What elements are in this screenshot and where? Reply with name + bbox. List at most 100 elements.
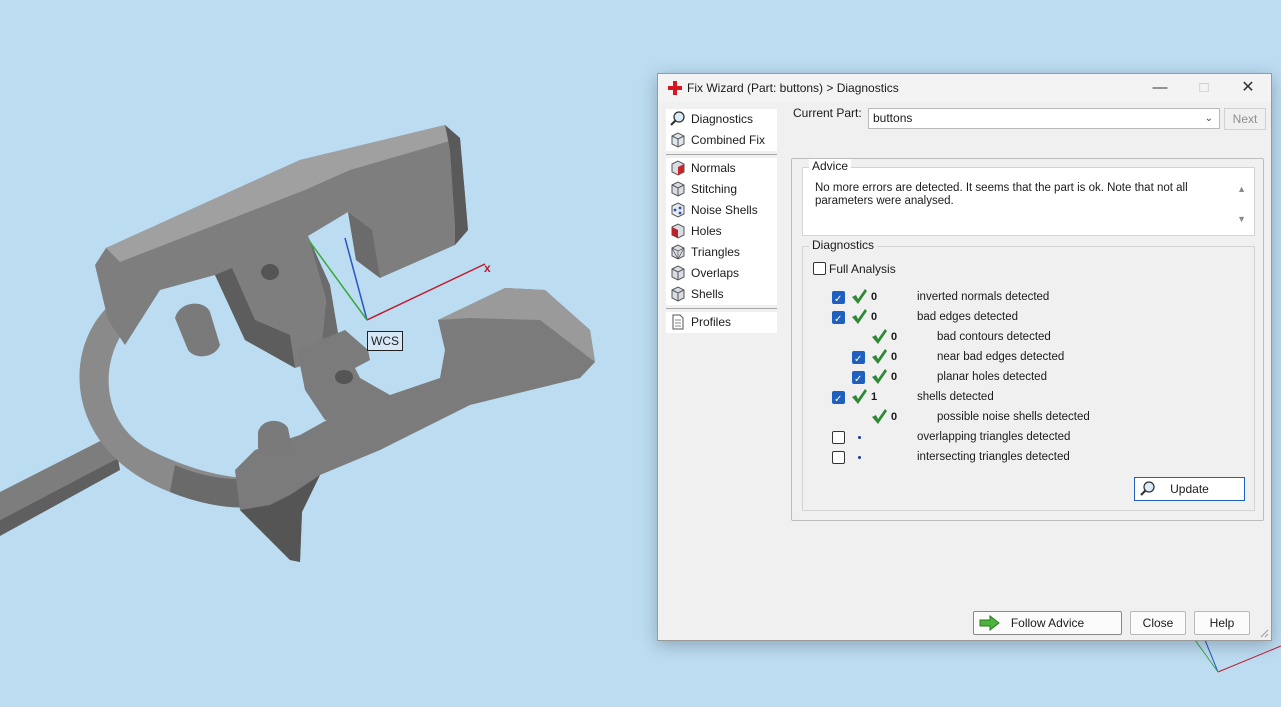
- diagnostic-row: 0 planar holes detected: [803, 367, 1243, 390]
- cube-icon: [671, 132, 685, 148]
- diagnostic-label: bad contours detected: [937, 331, 1051, 343]
- nav-item-combined-fix[interactable]: Combined Fix: [666, 130, 777, 151]
- status-dot-icon: [858, 436, 861, 439]
- diagnostic-row: intersecting triangles detected: [803, 447, 1243, 467]
- diagnostic-checkbox[interactable]: [832, 290, 845, 310]
- maximize-button[interactable]: □: [1182, 74, 1226, 102]
- close-window-button[interactable]: ✕: [1226, 74, 1270, 102]
- nav-group-top: Diagnostics Combined Fix: [666, 109, 777, 151]
- diagnostic-label: overlapping triangles detected: [917, 431, 1071, 443]
- diagnostic-checkbox[interactable]: [832, 390, 845, 410]
- scroll-down-arrow[interactable]: ▼: [1237, 214, 1246, 224]
- diagnostic-label: inverted normals detected: [917, 291, 1050, 303]
- nav-label: Noise Shells: [691, 203, 758, 217]
- diagnostics-legend: Diagnostics: [809, 238, 878, 252]
- diagnostic-count: 0: [891, 331, 898, 343]
- diagnostics-panel: Advice No more errors are detected. It s…: [791, 158, 1264, 521]
- magnifier-icon: [1140, 481, 1155, 496]
- scroll-up-arrow[interactable]: ▲: [1237, 184, 1246, 194]
- next-button[interactable]: Next: [1224, 108, 1266, 130]
- follow-advice-button[interactable]: Follow Advice: [973, 611, 1122, 635]
- diagnostic-checkbox[interactable]: [832, 431, 845, 444]
- diagnostic-checkbox[interactable]: [832, 310, 845, 330]
- close-button[interactable]: Close: [1130, 611, 1186, 635]
- nav-separator: [666, 154, 777, 155]
- nav-label: Profiles: [691, 315, 732, 329]
- nav-item-overlaps[interactable]: Overlaps: [666, 263, 777, 284]
- nav-item-holes[interactable]: Holes: [666, 221, 777, 242]
- diagnostic-count: 0: [891, 411, 898, 423]
- diagnostic-count: 0: [891, 351, 898, 363]
- status-dot-icon: [858, 456, 861, 459]
- resize-grip-icon[interactable]: [1259, 628, 1269, 638]
- diagnostic-label: shells detected: [917, 391, 994, 403]
- fix-wizard-dialog: Fix Wizard (Part: buttons) > Diagnostics…: [657, 73, 1272, 641]
- diagnostic-checkbox[interactable]: [852, 370, 865, 390]
- diagnostic-checkbox[interactable]: [852, 350, 865, 370]
- diagnostic-label: near bad edges detected: [937, 351, 1065, 363]
- update-button[interactable]: Update: [1134, 477, 1245, 501]
- diagnostic-count: 1: [871, 391, 878, 403]
- nav-item-stitching[interactable]: Stitching: [666, 179, 777, 200]
- wcs-label: WCS: [367, 331, 403, 351]
- advice-group: Advice No more errors are detected. It s…: [802, 159, 1255, 236]
- title-bar[interactable]: Fix Wizard (Part: buttons) > Diagnostics…: [658, 74, 1271, 102]
- document-icon: [672, 314, 684, 330]
- update-label: Update: [1170, 482, 1209, 496]
- diagnostic-label: intersecting triangles detected: [917, 451, 1070, 463]
- nav-label: Triangles: [691, 245, 740, 259]
- advice-text: No more errors are detected. It seems th…: [815, 182, 1188, 207]
- full-analysis-label: Full Analysis: [829, 261, 896, 276]
- nav-group-bottom: Profiles: [666, 312, 777, 333]
- diagnostic-count: 0: [891, 371, 898, 383]
- nav-item-diagnostics[interactable]: Diagnostics: [666, 109, 777, 130]
- full-analysis-row: Full Analysis: [813, 261, 896, 276]
- diagnostic-label: bad edges detected: [917, 311, 1019, 323]
- diagnostic-count: 0: [871, 291, 878, 303]
- holes-cube-icon: [671, 223, 685, 239]
- nav-item-triangles[interactable]: Triangles: [666, 242, 777, 263]
- red-cross-icon: [668, 81, 682, 95]
- diagnostic-row: 0 inverted normals detected: [803, 287, 1243, 310]
- minimize-button[interactable]: —: [1138, 74, 1182, 102]
- nav-item-shells[interactable]: Shells: [666, 284, 777, 305]
- noise-shells-icon: [671, 202, 685, 218]
- green-check-icon: [872, 349, 887, 364]
- nav-item-normals[interactable]: Normals: [666, 158, 777, 179]
- nav-label: Combined Fix: [691, 133, 766, 147]
- green-check-icon: [872, 329, 887, 344]
- overlaps-cube-icon: [671, 265, 685, 281]
- nav-label: Overlaps: [691, 266, 740, 280]
- nav-label: Shells: [691, 287, 724, 301]
- diagnostic-label: planar holes detected: [937, 371, 1047, 383]
- diagnostic-count: 0: [871, 311, 878, 323]
- window-title: Fix Wizard (Part: buttons) > Diagnostics: [687, 81, 899, 95]
- normals-cube-icon: [671, 160, 685, 176]
- current-part-value: buttons: [873, 111, 913, 125]
- magnifier-icon: [670, 111, 685, 126]
- nav-group-fixes: Normals Stitching Noise Shells Holes Tri…: [666, 158, 777, 305]
- nav-label: Diagnostics: [691, 112, 754, 126]
- wizard-nav: Diagnostics Combined Fix Normals Stitchi…: [666, 109, 777, 333]
- green-check-icon: [852, 289, 867, 304]
- diagnostic-label: possible noise shells detected: [937, 411, 1090, 423]
- diagnostic-row: 1 shells detected: [803, 387, 1243, 410]
- green-check-icon: [852, 389, 867, 404]
- diagnostics-group: Diagnostics Full Analysis 0 inverted norm…: [802, 238, 1255, 511]
- nav-label: Holes: [691, 224, 722, 238]
- diagnostic-row: 0 near bad edges detected: [803, 347, 1243, 370]
- green-check-icon: [872, 409, 887, 424]
- chevron-down-icon: ⌄: [1204, 113, 1213, 124]
- follow-advice-label: Follow Advice: [1010, 616, 1085, 630]
- nav-item-profiles[interactable]: Profiles: [666, 312, 777, 333]
- green-check-icon: [852, 309, 867, 324]
- diagnostic-row: 0 bad contours detected: [803, 327, 1243, 347]
- x-axis-label: x: [484, 261, 491, 275]
- triangles-cube-icon: [671, 244, 685, 260]
- nav-item-noise-shells[interactable]: Noise Shells: [666, 200, 777, 221]
- current-part-select[interactable]: buttons ⌄: [868, 108, 1220, 129]
- shells-cube-icon: [671, 286, 685, 302]
- help-button[interactable]: Help: [1194, 611, 1250, 635]
- full-analysis-checkbox[interactable]: [813, 262, 826, 276]
- diagnostic-checkbox[interactable]: [832, 451, 845, 464]
